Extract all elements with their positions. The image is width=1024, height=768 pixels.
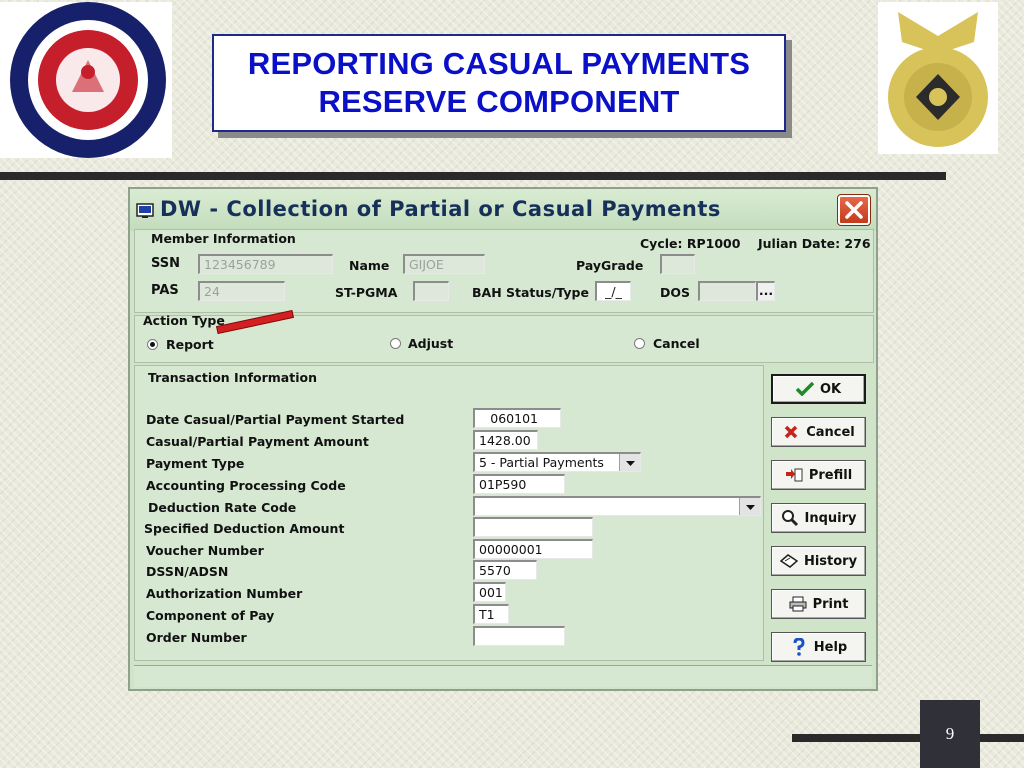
dos-field[interactable] (698, 281, 756, 301)
dos-label: DOS (660, 285, 691, 300)
specified-deduction-field[interactable] (473, 517, 593, 537)
report-radio-label[interactable]: Report (166, 337, 214, 352)
member-info-heading: Member Information (151, 231, 296, 246)
member-info-panel: Member Information Cycle: RP1000 Julian … (134, 229, 874, 313)
ssn-field[interactable]: 123456789 (198, 254, 333, 274)
cancel-button[interactable]: Cancel (771, 417, 866, 447)
print-label: Print (812, 596, 849, 612)
status-bar (134, 665, 872, 687)
bottom-divider (792, 734, 1024, 742)
paygrade-field[interactable] (660, 254, 695, 274)
authorization-number-field[interactable]: 001 (473, 582, 506, 602)
prefill-icon (785, 466, 803, 484)
printer-icon (789, 595, 807, 613)
bah-status-field[interactable]: _/_ (595, 281, 631, 301)
deduction-rate-select[interactable] (473, 496, 761, 516)
slide-title-box: REPORTING CASUAL PAYMENTS RESERVE COMPON… (212, 34, 786, 132)
date-started-label: Date Casual/Partial Payment Started (146, 412, 405, 427)
cancel-radio-label[interactable]: Cancel (653, 336, 700, 351)
ok-label: OK (819, 381, 842, 397)
dssn-field[interactable]: 5570 (473, 560, 537, 580)
payment-type-value: 5 - Partial Payments (479, 455, 604, 470)
report-radio[interactable] (147, 339, 158, 350)
adjust-radio-label[interactable]: Adjust (408, 336, 453, 351)
date-started-field[interactable]: 060101 (473, 408, 561, 428)
pas-label: PAS (151, 283, 179, 298)
payments-window: DW - Collection of Partial or Casual Pay… (128, 187, 878, 691)
bah-status-label: BAH Status/Type (472, 285, 589, 300)
slide-title-line-1: REPORTING CASUAL PAYMENTS (247, 46, 751, 81)
transaction-info-heading: Transaction Information (148, 370, 317, 385)
component-of-pay-field[interactable]: T1 (473, 604, 509, 624)
history-icon (779, 552, 798, 570)
checkmark-icon (795, 380, 814, 398)
chevron-down-icon[interactable] (739, 498, 760, 515)
payment-type-select[interactable]: 5 - Partial Payments (473, 452, 641, 472)
help-label: Help (813, 639, 848, 655)
voucher-number-field[interactable]: 00000001 (473, 539, 593, 559)
cancel-radio[interactable] (634, 338, 645, 349)
ssn-label: SSN (151, 256, 181, 271)
top-divider (0, 172, 946, 180)
order-number-label: Order Number (146, 630, 247, 645)
st-pgma-label: ST-PGMA (335, 285, 398, 300)
window-titlebar: DW - Collection of Partial or Casual Pay… (130, 189, 876, 231)
payment-amount-label: Casual/Partial Payment Amount (146, 434, 369, 449)
print-button[interactable]: Print (771, 589, 866, 619)
st-pgma-field[interactable] (413, 281, 449, 301)
army-secretary-seal (0, 2, 172, 158)
payment-type-label: Payment Type (146, 456, 245, 471)
close-icon (845, 201, 863, 219)
chevron-down-icon[interactable] (619, 454, 640, 471)
accounting-code-label: Accounting Processing Code (146, 478, 346, 493)
deduction-rate-label: Deduction Rate Code (148, 500, 297, 515)
help-question-icon (790, 638, 808, 656)
dssn-label: DSSN/ADSN (146, 564, 229, 579)
close-button[interactable] (837, 194, 871, 226)
accounting-code-field[interactable]: 01P590 (473, 474, 565, 494)
paygrade-label: PayGrade (576, 258, 644, 273)
red-x-icon (782, 423, 800, 441)
inquiry-label: Inquiry (804, 510, 857, 526)
cancel-label: Cancel (806, 424, 855, 440)
payment-amount-field[interactable]: 1428.00 (473, 430, 538, 450)
authorization-number-label: Authorization Number (146, 586, 303, 601)
prefill-label: Prefill (808, 467, 853, 483)
transaction-info-panel: Transaction Information Date Casual/Part… (134, 365, 764, 661)
julian-date-label: Julian Date: 276 (758, 236, 871, 251)
action-type-heading: Action Type (143, 313, 225, 328)
slide-title-line-2: RESERVE COMPONENT (318, 84, 680, 119)
app-icon (136, 201, 154, 219)
component-of-pay-label: Component of Pay (146, 608, 275, 623)
specified-deduction-label: Specified Deduction Amount (144, 521, 345, 536)
page-number: 9 (920, 700, 980, 768)
adjust-radio[interactable] (390, 338, 401, 349)
help-button[interactable]: Help (771, 632, 866, 662)
history-label: History (803, 553, 858, 569)
history-button[interactable]: History (771, 546, 866, 576)
name-field[interactable]: GIJOE (403, 254, 485, 274)
voucher-number-label: Voucher Number (146, 543, 264, 558)
order-number-field[interactable] (473, 626, 565, 646)
prefill-button[interactable]: Prefill (771, 460, 866, 490)
name-label: Name (349, 258, 390, 273)
dos-lookup-button[interactable]: ... (756, 281, 775, 301)
ok-button[interactable]: OK (771, 374, 866, 404)
magnifier-icon (781, 509, 799, 527)
cycle-label: Cycle: RP1000 (640, 236, 741, 251)
pas-field[interactable]: 24 (198, 281, 285, 301)
finance-corps-insignia (878, 2, 998, 154)
window-title: DW - Collection of Partial or Casual Pay… (160, 197, 721, 221)
inquiry-button[interactable]: Inquiry (771, 503, 866, 533)
